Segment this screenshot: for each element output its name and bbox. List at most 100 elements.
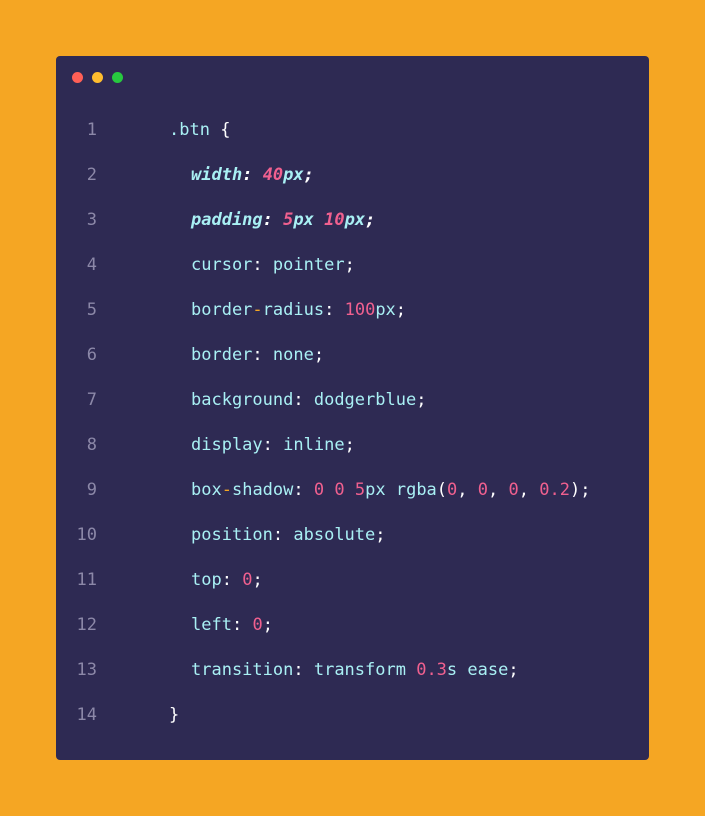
- code-token: border: [191, 300, 253, 320]
- code-token: ;: [313, 345, 325, 365]
- code-line: 7 background: dodgerblue;: [56, 378, 649, 423]
- code-line: 9 box-shadow: 0 0 5px rgba(0, 0, 0, 0.2);: [56, 468, 649, 513]
- code-token: 0: [447, 480, 458, 500]
- code-text: cursor: pointer;: [191, 243, 355, 288]
- code-line: 12 left: 0;: [56, 603, 649, 648]
- code-window: 1 .btn {2 width: 40px; 3 padding: 5px 10px; 4…: [56, 56, 649, 760]
- line-number: 13: [76, 660, 97, 680]
- code-token: ;: [375, 525, 386, 545]
- code-token: box: [191, 480, 222, 500]
- minimize-dot-icon[interactable]: [92, 72, 103, 83]
- code-token: position: [191, 525, 273, 545]
- code-token: 0: [334, 480, 345, 500]
- code-line: 10 position: absolute;: [56, 513, 649, 558]
- code-text: left: 0;: [191, 603, 273, 648]
- code-token: none: [262, 345, 314, 365]
- code-text: display: inline;: [191, 423, 355, 468]
- code-line: 13 transition: transform 0.3s ease;: [56, 648, 649, 693]
- line-number: 7: [86, 390, 97, 410]
- code-token: inline: [272, 435, 345, 455]
- line-number: 9: [86, 480, 97, 500]
- code-token: }: [169, 705, 180, 725]
- code-token: pointer: [262, 255, 345, 275]
- code-token: :: [231, 615, 243, 635]
- code-token: :: [262, 435, 273, 455]
- code-token: :: [293, 660, 304, 680]
- code-line: 3 padding: 5px 10px;: [56, 198, 649, 243]
- code-token: 0: [508, 480, 519, 500]
- code-token: :: [252, 345, 263, 365]
- code-token: 0.3: [416, 660, 447, 680]
- code-text: box-shadow: 0 0 5px rgba(0, 0, 0, 0.2);: [191, 468, 590, 513]
- code-token: :: [324, 300, 335, 320]
- code-token: transition: [191, 660, 294, 680]
- code-token: left: [191, 615, 232, 635]
- line-number: 2: [86, 165, 97, 185]
- code-token: 40: [262, 165, 284, 185]
- code-token: :: [262, 210, 273, 230]
- code-token: ,: [488, 480, 509, 500]
- code-token: ,: [457, 480, 478, 500]
- code-token: cursor: [191, 255, 253, 275]
- maximize-dot-icon[interactable]: [112, 72, 123, 83]
- close-dot-icon[interactable]: [72, 72, 83, 83]
- code-token: ;: [508, 660, 519, 680]
- code-token: ;: [416, 390, 427, 410]
- line-number: 1: [86, 120, 97, 140]
- code-token: px: [293, 210, 325, 230]
- code-token: :: [242, 165, 253, 185]
- code-line: 11 top: 0;: [56, 558, 649, 603]
- line-number: 14: [76, 705, 97, 725]
- line-number: 5: [86, 300, 97, 320]
- code-token: width: [191, 165, 243, 185]
- code-token: transform: [303, 660, 417, 680]
- code-token: ;: [344, 435, 355, 455]
- code-token: :: [252, 255, 263, 275]
- code-line: 1 .btn {: [56, 108, 649, 153]
- line-number: 6: [86, 345, 97, 365]
- code-token: top: [191, 570, 222, 590]
- code-token: px: [344, 210, 366, 230]
- code-token: 100: [344, 300, 376, 320]
- code-token: :: [293, 390, 304, 410]
- code-token: ,: [518, 480, 540, 500]
- code-token: ;: [262, 615, 273, 635]
- line-number: 8: [86, 435, 97, 455]
- code-block: 1 .btn {2 width: 40px; 3 padding: 5px 10px; 4…: [56, 108, 649, 738]
- code-token: -: [221, 480, 232, 500]
- code-token: 0: [242, 570, 253, 590]
- code-token: px: [375, 300, 396, 320]
- code-token: -: [252, 300, 263, 320]
- code-token: radius: [262, 300, 325, 320]
- code-line: 6 border: none;: [56, 333, 649, 378]
- code-token: ;: [344, 255, 355, 275]
- code-token: 0.2: [539, 480, 570, 500]
- code-token: s ease: [446, 660, 509, 680]
- code-token: 0: [252, 615, 263, 635]
- code-line: 8 display: inline;: [56, 423, 649, 468]
- code-token: :: [293, 480, 304, 500]
- code-token: px: [283, 165, 304, 185]
- code-token: 5: [354, 480, 366, 500]
- code-text: background: dodgerblue;: [191, 378, 426, 423]
- code-line: 5 border-radius: 100px;: [56, 288, 649, 333]
- code-token: absolute: [283, 525, 376, 545]
- code-token: background: [191, 390, 294, 410]
- code-token: ;: [365, 210, 376, 230]
- code-token: px rgba: [365, 480, 437, 500]
- code-token: {: [209, 120, 231, 140]
- code-token: padding: [191, 210, 263, 230]
- code-text: .btn {: [169, 108, 230, 153]
- code-token: 5: [283, 210, 294, 230]
- code-text: transition: transform 0.3s ease;: [191, 648, 519, 693]
- code-token: ;: [395, 300, 407, 320]
- code-token: ;: [252, 570, 263, 590]
- code-token: 0: [313, 480, 325, 500]
- code-token: ;: [303, 165, 314, 185]
